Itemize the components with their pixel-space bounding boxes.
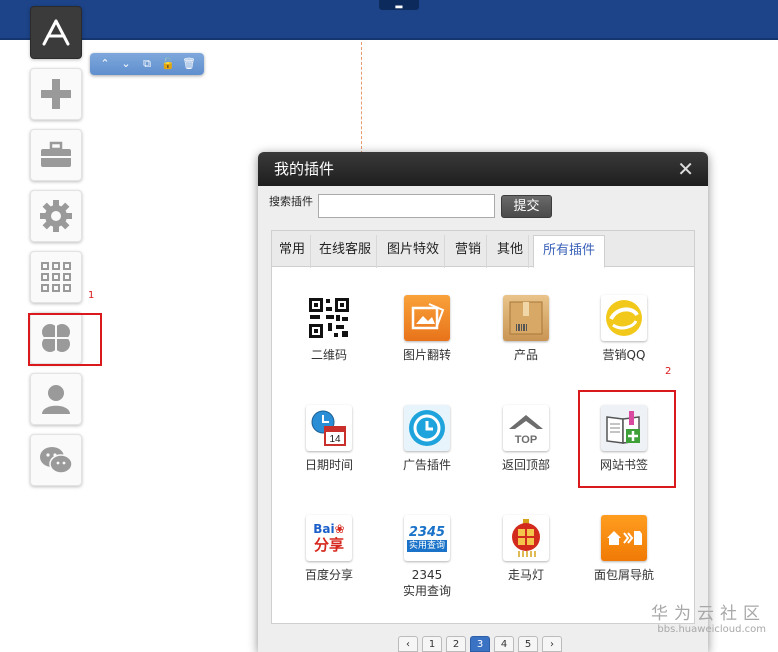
plugin-label: 二维码 [310, 348, 347, 362]
tab-all-plugins[interactable]: 所有插件 [533, 235, 606, 268]
submit-button[interactable]: 提交 [501, 194, 552, 218]
pager-page[interactable]: 1 [422, 636, 442, 652]
plugin-label: 营销QQ [602, 348, 646, 362]
qr-code-icon [306, 295, 352, 341]
sidebar-settings-button[interactable] [30, 190, 82, 242]
sidebar-user-button[interactable] [30, 373, 82, 425]
plugin-item-image-flip[interactable]: 图片翻转 [382, 295, 472, 363]
sidebar-apps-grid-button[interactable] [30, 251, 82, 303]
plugin-item-datetime[interactable]: 14 日期时间 [284, 405, 374, 473]
sidebar-add-button[interactable] [30, 68, 82, 120]
tab-other[interactable]: 其他 [492, 235, 530, 268]
baidu-share-icon: Bai❀ 分享 [306, 515, 352, 561]
plugin-label: 日期时间 [304, 458, 353, 472]
calendar-clock-icon: 14 [306, 405, 352, 451]
chevron-up-icon[interactable]: ⌃ [98, 58, 112, 70]
pager-prev[interactable]: ‹ [398, 636, 418, 652]
top-navigation-bar: ▂ [0, 0, 778, 40]
plugin-item-back-to-top[interactable]: TOP 返回顶部 [481, 405, 571, 473]
marketing-qq-icon [601, 295, 647, 341]
annotation-number-1: 1 [88, 290, 95, 301]
search-input[interactable] [318, 194, 495, 218]
plus-icon [41, 79, 71, 109]
tab-marketing[interactable]: 营销 [450, 235, 488, 268]
lock-icon[interactable]: 🔓 [161, 58, 175, 70]
ad-plugin-icon [404, 405, 450, 451]
watermark-title: 华为云社区 [651, 604, 766, 624]
plugin-label-line2: 实用查询 [402, 584, 451, 598]
alignment-guide [361, 42, 362, 154]
sidebar-app-store-button[interactable] [30, 6, 82, 59]
sidebar-toolbox-button[interactable] [30, 129, 82, 181]
annotation-number-2: 2 [665, 366, 672, 377]
svg-text:TOP: TOP [515, 434, 537, 446]
trash-icon[interactable]: 🗑 [182, 58, 196, 70]
annotation-box-1 [28, 313, 102, 366]
tab-online-service[interactable]: 在线客服 [314, 235, 378, 268]
plugin-item-ad[interactable]: 广告插件 [382, 405, 472, 473]
plugin-label: 广告插件 [402, 458, 451, 472]
watermark: 华为云社区 bbs.huaweicloud.com [651, 604, 766, 636]
toolbox-icon [41, 141, 71, 167]
watermark-url: bbs.huaweicloud.com [657, 624, 766, 635]
pager-page[interactable]: 4 [494, 636, 514, 652]
plugin-label: 产品 [513, 348, 538, 362]
lantern-icon [503, 515, 549, 561]
tab-common[interactable]: 常用 [274, 235, 312, 268]
plugin-item-marketing-qq[interactable]: 营销QQ [579, 295, 669, 363]
breadcrumb-nav-icon [601, 515, 647, 561]
image-flip-icon [404, 295, 450, 341]
plugin-item-2345-query[interactable]: 2345 实用查询 2345 实用查询 [382, 515, 472, 599]
svg-text:14: 14 [329, 434, 341, 445]
close-icon[interactable]: ✕ [677, 152, 694, 186]
plugin-item-qrcode[interactable]: 二维码 [284, 295, 374, 363]
plugin-label: 走马灯 [507, 568, 544, 582]
gear-icon [40, 200, 72, 232]
plugin-item-baidu-share[interactable]: Bai❀ 分享 百度分享 [284, 515, 374, 583]
plugin-label: 2345 [411, 568, 443, 582]
search-label: 搜索插件 [269, 195, 313, 208]
pager-page[interactable]: 5 [518, 636, 538, 652]
product-box-icon [503, 295, 549, 341]
dialog-title: 我的插件 [274, 160, 335, 178]
sidebar-wechat-button[interactable] [30, 434, 82, 486]
chevron-down-icon[interactable]: ⌄ [119, 58, 133, 70]
plugin-label: 图片翻转 [402, 348, 451, 362]
grid-icon [41, 262, 71, 292]
plugin-item-lantern[interactable]: 走马灯 [481, 515, 571, 583]
align-icon[interactable]: ⧉ [140, 58, 154, 70]
app-store-icon [42, 19, 70, 45]
pager-next[interactable]: › [542, 636, 562, 652]
user-icon [42, 385, 70, 414]
pager-page[interactable]: 2 [446, 636, 466, 652]
pagination: ‹ 1 2 3 4 5 › [398, 636, 562, 652]
plugin-item-breadcrumb-nav[interactable]: 面包屑导航 [579, 515, 669, 583]
back-to-top-icon: TOP [503, 405, 549, 451]
query-2345-icon: 2345 实用查询 [404, 515, 450, 561]
search-row: 搜索插件 提交 [269, 194, 552, 218]
wechat-icon [40, 447, 73, 474]
plugin-label: 返回顶部 [501, 458, 550, 472]
tab-image-effects[interactable]: 图片特效 [382, 235, 446, 268]
dialog-header: 我的插件 ✕ [258, 152, 708, 186]
car-icon[interactable]: ▂ [379, 0, 419, 10]
plugin-label: 面包屑导航 [593, 568, 654, 582]
plugin-tabs: 常用 在线客服 图片特效 营销 其他 所有插件 [272, 231, 694, 268]
annotation-box-2 [578, 390, 676, 488]
plugin-item-product[interactable]: 产品 [481, 295, 571, 363]
pager-current-page[interactable]: 3 [470, 636, 490, 652]
plugin-label: 百度分享 [304, 568, 353, 582]
element-mini-toolbar: ⌃ ⌄ ⧉ 🔓 🗑 [90, 53, 204, 75]
